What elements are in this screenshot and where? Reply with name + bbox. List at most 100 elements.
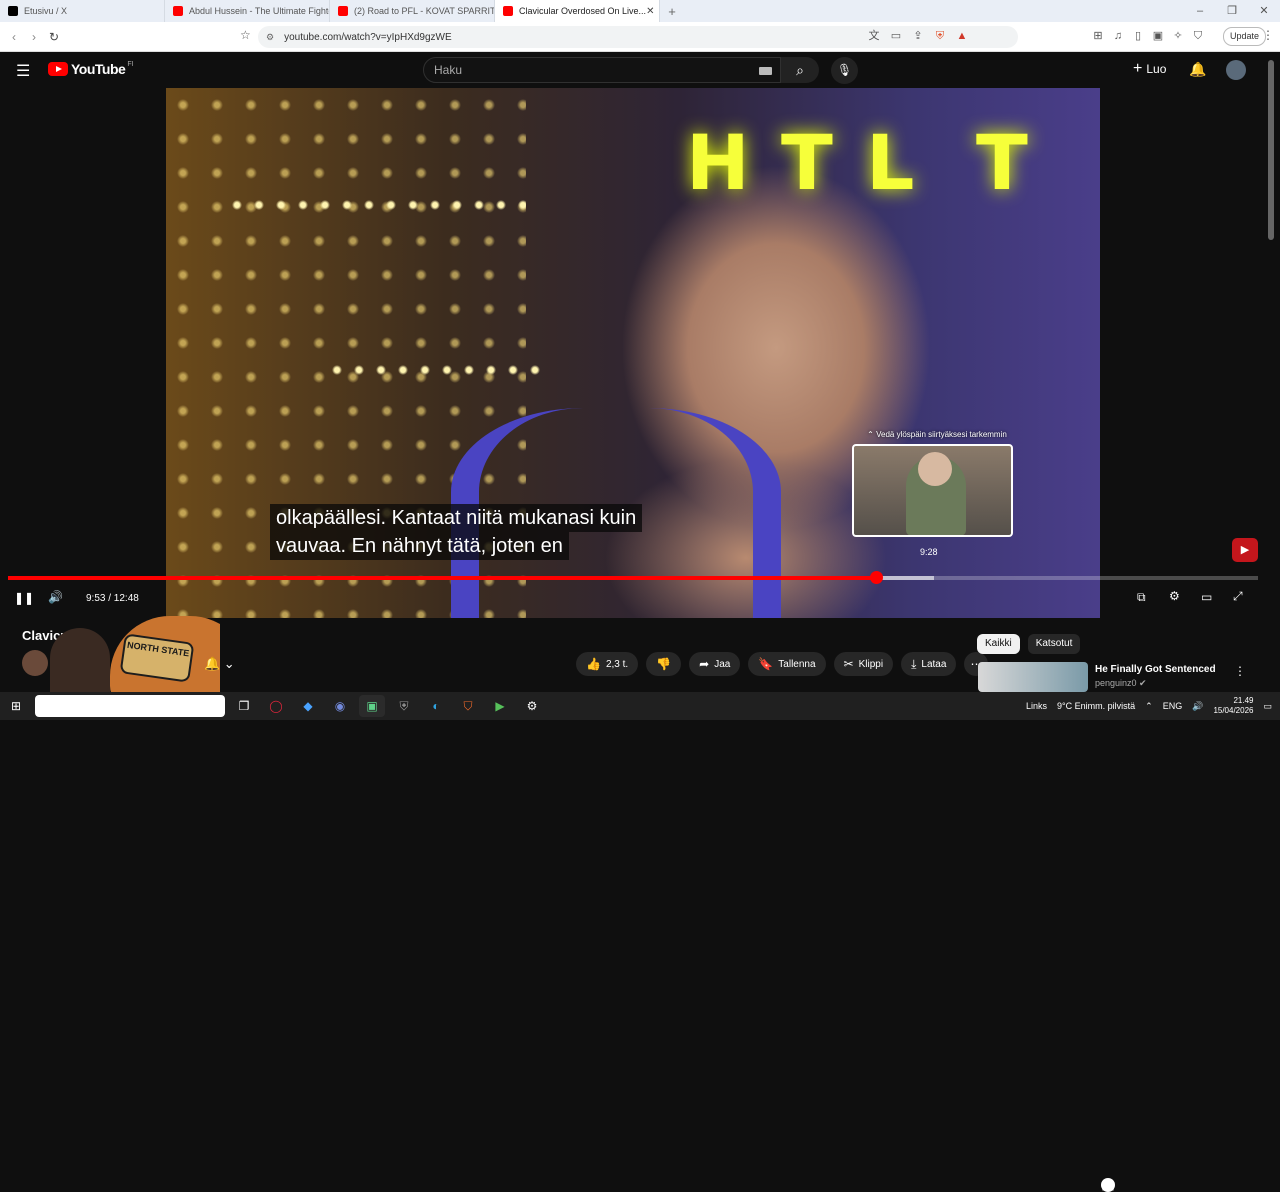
bookmark-icon[interactable]: ☆ bbox=[240, 28, 251, 42]
browser-menu-icon[interactable]: ⋮ bbox=[1262, 28, 1274, 42]
autoplay-toggle[interactable]: ▮▮ bbox=[1101, 1178, 1115, 1192]
clock[interactable]: 21.49 15/04/2026 bbox=[1213, 696, 1253, 716]
media-player-icon[interactable]: ▶ bbox=[487, 695, 513, 717]
search-input[interactable]: Haku bbox=[423, 57, 781, 83]
clip-button[interactable]: ✂ Klippi bbox=[833, 652, 894, 676]
youtube-header: ☰ YouTube FI Haku ⌕ 🎙 + Luo 🔔 bbox=[0, 52, 1280, 88]
tab-title: Abdul Hussein - The Ultimate Fighter... bbox=[189, 6, 330, 16]
task-view-icon[interactable]: ❐ bbox=[231, 695, 257, 717]
browser-tab[interactable]: Abdul Hussein - The Ultimate Fighter... bbox=[165, 0, 330, 22]
seek-preview-thumbnail bbox=[852, 444, 1013, 537]
video-player[interactable]: H T L T olkapäällesi. Kantaat niitä muka… bbox=[166, 88, 1100, 618]
recommended-video[interactable]: He Finally Got Sentenced penguinz0 ✔ ⋮ bbox=[978, 662, 1268, 692]
wallet-icon[interactable]: ▣ bbox=[1150, 28, 1166, 44]
browser-tab[interactable]: Etusivu / X bbox=[0, 0, 165, 22]
fullscreen-icon[interactable]: ⤢ bbox=[1233, 589, 1243, 604]
save-button[interactable]: 🔖 Tallenna bbox=[748, 652, 826, 676]
brave-rewards-icon[interactable]: ▲ bbox=[954, 28, 970, 44]
create-button[interactable]: + Luo bbox=[1133, 61, 1166, 77]
update-button[interactable]: Update bbox=[1223, 27, 1267, 46]
minimize-button[interactable]: – bbox=[1184, 0, 1216, 22]
reload-icon[interactable]: ↻ bbox=[44, 30, 64, 44]
leo-icon[interactable]: ✧ bbox=[1170, 28, 1186, 44]
pause-icon[interactable]: ❚❚ bbox=[14, 591, 34, 605]
recommended-channel[interactable]: penguinz0 ✔ bbox=[1095, 678, 1147, 689]
opera-icon[interactable]: ◯ bbox=[263, 695, 289, 717]
search-box[interactable] bbox=[35, 695, 225, 717]
dislike-button[interactable]: 👎 bbox=[646, 652, 682, 676]
notifications-tray-icon[interactable]: ▭ bbox=[1263, 701, 1272, 712]
share-page-icon[interactable]: ⇪ bbox=[910, 28, 926, 44]
address-icons: 文 ▭ ⇪ ⛨ ▲ bbox=[866, 28, 970, 44]
account-avatar[interactable] bbox=[1226, 60, 1246, 80]
language-indicator[interactable]: ENG bbox=[1163, 701, 1183, 711]
reader-icon[interactable]: ▯ bbox=[1130, 28, 1146, 44]
tray-overflow-icon[interactable]: ⌃ bbox=[1145, 701, 1153, 712]
close-tab-icon[interactable]: ✕ bbox=[646, 6, 654, 17]
shield-app-icon[interactable]: ⛨ bbox=[391, 695, 417, 717]
share-icon: ➦ bbox=[699, 657, 710, 671]
vpn-icon[interactable]: ⛉ bbox=[1190, 28, 1206, 44]
subtitle-line: olkapäällesi. Kantaat niitä mukanasi kui… bbox=[270, 504, 643, 532]
app-icon[interactable]: ▣ bbox=[359, 695, 385, 717]
captions-icon[interactable]: ⧉ bbox=[1137, 590, 1146, 605]
edge-icon[interactable]: ◐ bbox=[423, 695, 449, 717]
settings-icon[interactable]: ⚙ bbox=[1169, 589, 1180, 603]
forward-icon[interactable]: › bbox=[24, 30, 44, 44]
progress-bar[interactable] bbox=[8, 571, 1258, 584]
translate-icon[interactable]: 文 bbox=[866, 28, 882, 44]
browser-tab[interactable]: (2) Road to PFL - KOVAT SPARRIT - Y... bbox=[330, 0, 495, 22]
windows-taskbar: ⊞ ❐ ◯ ◆ ◉ ▣ ⛨ ◐ ⛉ ▶ ⚙ Links 9°C Enimm. p… bbox=[0, 692, 1280, 720]
share-button[interactable]: ➦ Jaa bbox=[689, 652, 741, 676]
discord-icon[interactable]: ◉ bbox=[327, 695, 353, 717]
youtube-side-button[interactable]: ▶ bbox=[1232, 538, 1258, 562]
progress-scrubber[interactable] bbox=[869, 571, 883, 584]
settings-app-icon[interactable]: ⚙ bbox=[519, 695, 545, 717]
browser-tab-active[interactable]: Clavicular Overdosed On Live... ✕ bbox=[495, 0, 660, 22]
youtube-logo[interactable]: YouTube FI bbox=[48, 61, 134, 77]
new-tab-button[interactable]: + bbox=[660, 4, 684, 19]
window-controls: – ❐ ✕ bbox=[1184, 0, 1280, 22]
sidebar-toggle-icon[interactable]: ⊞ bbox=[1090, 28, 1106, 44]
weather-widget[interactable]: 9°C Enimm. pilvistä bbox=[1057, 701, 1135, 711]
cast-icon[interactable]: ▭ bbox=[888, 28, 904, 44]
download-label: Lataa bbox=[921, 658, 947, 670]
close-window-button[interactable]: ✕ bbox=[1248, 0, 1280, 22]
tab-title: (2) Road to PFL - KOVAT SPARRIT - Y... bbox=[354, 6, 495, 16]
music-icon[interactable]: ♫ bbox=[1110, 28, 1126, 44]
tab-title: Clavicular Overdosed On Live... bbox=[519, 6, 647, 16]
country-code: FI bbox=[127, 61, 134, 68]
clock-time: 21.49 bbox=[1233, 696, 1254, 705]
maximize-button[interactable]: ❐ bbox=[1216, 0, 1248, 22]
like-button[interactable]: 👍 2,3 t. bbox=[576, 652, 639, 676]
progress-hover bbox=[875, 576, 935, 580]
recommended-title[interactable]: He Finally Got Sentenced bbox=[1095, 664, 1216, 675]
recommended-thumbnail[interactable] bbox=[978, 662, 1088, 692]
brave-shield-icon[interactable]: ⛨ bbox=[932, 28, 948, 44]
notifications-icon[interactable]: 🔔 bbox=[1189, 61, 1206, 78]
photos-icon[interactable]: ◆ bbox=[295, 695, 321, 717]
neon-sign-letter: H bbox=[686, 118, 750, 207]
page-scrollbar[interactable] bbox=[1268, 60, 1274, 240]
brave-icon[interactable]: ⛉ bbox=[455, 695, 481, 717]
site-info-icon[interactable]: ⚙ bbox=[266, 32, 274, 43]
clock-date: 15/04/2026 bbox=[1213, 706, 1254, 715]
youtube-favicon-icon bbox=[503, 6, 513, 16]
links-toolbar[interactable]: Links bbox=[1026, 701, 1047, 711]
subtitle-line: vauvaa. En nähnyt tätä, joten en bbox=[270, 532, 569, 560]
menu-icon[interactable]: ☰ bbox=[16, 61, 30, 81]
chip-all[interactable]: Kaikki bbox=[977, 634, 1020, 654]
start-icon[interactable]: ⊞ bbox=[3, 695, 29, 717]
volume-tray-icon[interactable]: 🔊 bbox=[1192, 701, 1203, 712]
download-button[interactable]: ⤓ Lataa bbox=[901, 652, 957, 676]
chip-watched[interactable]: Katsotut bbox=[1027, 634, 1081, 654]
back-icon[interactable]: ‹ bbox=[4, 30, 24, 44]
keyboard-icon[interactable] bbox=[759, 67, 772, 75]
search-button[interactable]: ⌕ bbox=[781, 57, 819, 83]
play-icon: ▶ bbox=[1240, 544, 1250, 556]
voice-search-button[interactable]: 🎙 bbox=[831, 57, 858, 84]
recommended-menu-icon[interactable]: ⋮ bbox=[1234, 664, 1246, 678]
theater-mode-icon[interactable]: ▭ bbox=[1201, 590, 1212, 604]
subscribe-bell-icon[interactable]: 🔔 ⌄ bbox=[204, 656, 235, 672]
volume-icon[interactable]: 🔊 bbox=[48, 590, 63, 604]
